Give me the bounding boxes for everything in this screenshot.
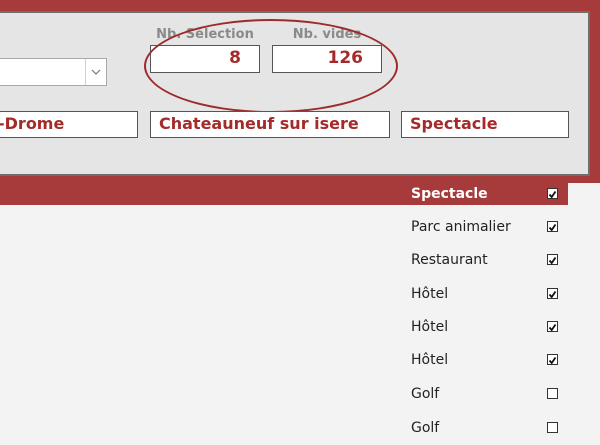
city-filter-field[interactable]: Chateauneuf sur isere xyxy=(150,111,390,138)
list-row[interactable]: Golf xyxy=(0,417,568,439)
activity-filter-field[interactable]: Spectacle xyxy=(401,111,569,138)
check-icon xyxy=(548,184,557,203)
row-activity-label: Spectacle xyxy=(411,186,488,202)
list-row[interactable]: Spectacle xyxy=(0,183,568,205)
row-activity-label: Hôtel xyxy=(411,319,449,335)
row-checkbox[interactable] xyxy=(547,321,558,332)
row-activity-label: Hôtel xyxy=(411,352,449,368)
check-icon xyxy=(548,217,557,236)
category-combo[interactable] xyxy=(0,58,107,86)
row-activity-label: Parc animalier xyxy=(411,219,511,235)
row-checkbox[interactable] xyxy=(547,422,558,433)
check-icon xyxy=(548,350,557,369)
check-icon xyxy=(548,250,557,269)
results-list: Spectacle Parc animalier Restaurant Hôte… xyxy=(0,183,600,445)
check-icon xyxy=(548,284,557,303)
department-filter-field[interactable]: -Drome xyxy=(0,111,138,138)
row-activity-label: Restaurant xyxy=(411,252,488,268)
row-checkbox[interactable] xyxy=(547,254,558,265)
activity-filter-value: Spectacle xyxy=(410,114,498,133)
list-row[interactable]: Parc animalier xyxy=(0,216,568,238)
list-row[interactable]: Golf xyxy=(0,383,568,405)
check-icon xyxy=(548,317,557,336)
filter-panel: Nb. Sélection 8 Nb. vides 126 -Drome Cha… xyxy=(0,11,590,176)
row-checkbox[interactable] xyxy=(547,354,558,365)
row-checkbox[interactable] xyxy=(547,221,558,232)
list-row[interactable]: Hôtel xyxy=(0,349,568,371)
list-row[interactable]: Hôtel xyxy=(0,283,568,305)
department-filter-value: -Drome xyxy=(0,114,65,133)
row-checkbox[interactable] xyxy=(547,288,558,299)
row-activity-label: Hôtel xyxy=(411,286,449,302)
city-filter-value: Chateauneuf sur isere xyxy=(159,114,359,133)
row-checkbox[interactable] xyxy=(547,188,558,199)
highlight-ellipse xyxy=(144,19,398,113)
row-checkbox[interactable] xyxy=(547,388,558,399)
row-activity-label: Golf xyxy=(411,420,440,436)
chevron-down-icon[interactable] xyxy=(85,59,106,85)
row-activity-label: Golf xyxy=(411,386,440,402)
list-row[interactable]: Restaurant xyxy=(0,249,568,271)
list-row[interactable]: Hôtel xyxy=(0,316,568,338)
